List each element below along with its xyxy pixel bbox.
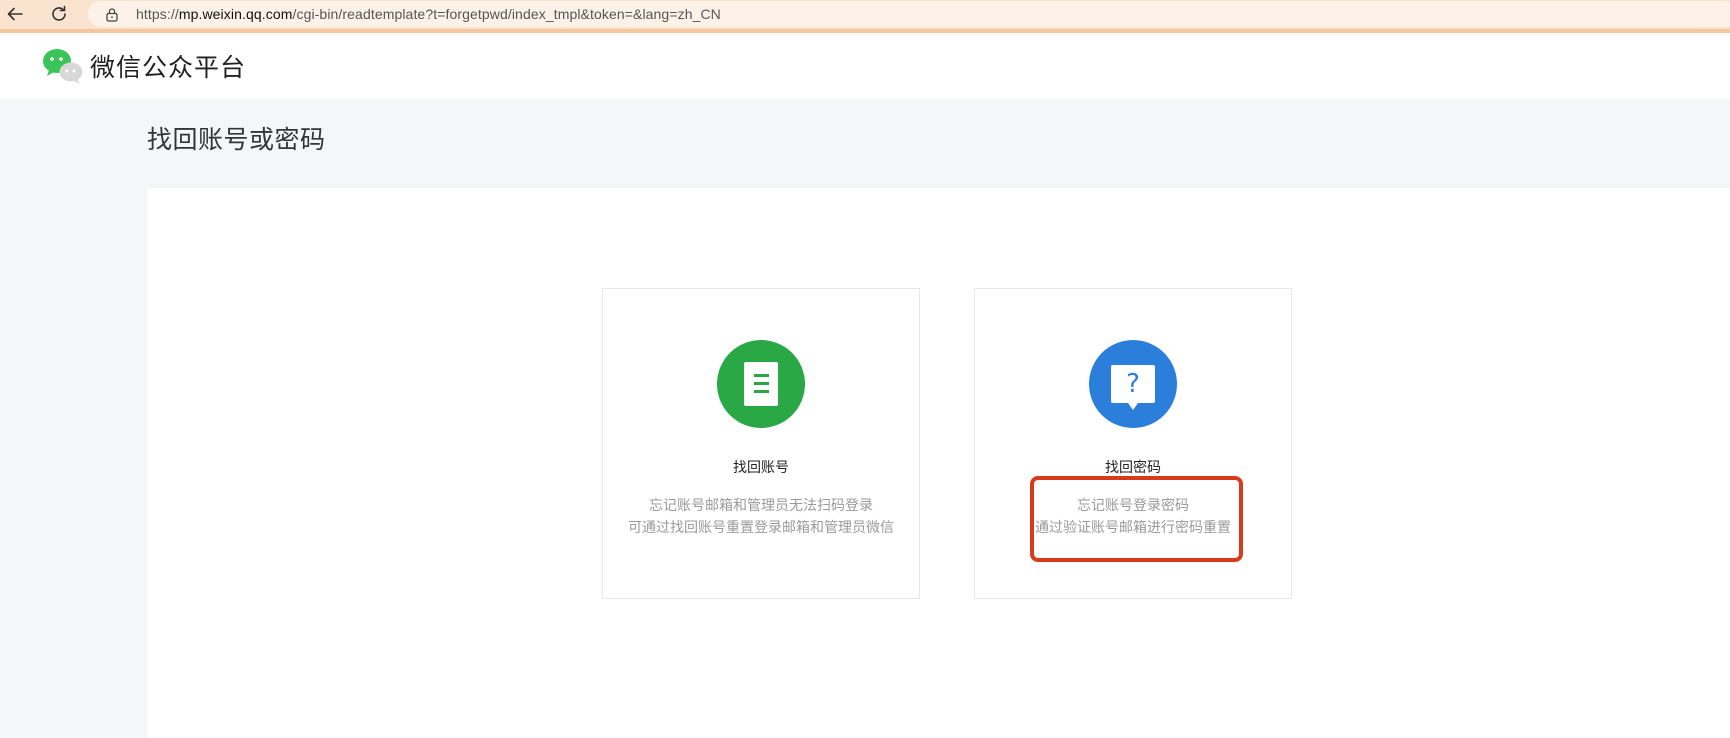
url-path: /cgi-bin/readtemplate?t=forgetpwd/index_… bbox=[292, 6, 721, 22]
card-description: 忘记账号登录密码 通过验证账号邮箱进行密码重置 bbox=[975, 495, 1291, 539]
card-desc-line: 忘记账号登录密码 bbox=[1077, 498, 1189, 514]
page-title: 找回账号或密码 bbox=[147, 125, 326, 154]
browser-toolbar: https://mp.weixin.qq.com/cgi-bin/readtem… bbox=[0, 0, 1730, 33]
card-title: 找回密码 bbox=[1105, 460, 1161, 476]
url-text[interactable]: https://mp.weixin.qq.com/cgi-bin/readtem… bbox=[136, 6, 721, 22]
url-prefix: https:// bbox=[136, 6, 179, 22]
brand-name[interactable]: 微信公众平台 bbox=[90, 48, 246, 84]
recover-password-card[interactable]: ? 找回密码 忘记账号登录密码 通过验证账号邮箱进行密码重置 bbox=[974, 288, 1292, 599]
card-desc-line: 通过验证账号邮箱进行密码重置 bbox=[1035, 520, 1231, 536]
reload-button[interactable] bbox=[46, 2, 72, 26]
url-host: mp.weixin.qq.com bbox=[178, 6, 293, 22]
card-desc-line: 忘记账号邮箱和管理员无法扫码登录 bbox=[649, 498, 873, 514]
site-header: 微信公众平台 bbox=[0, 33, 1730, 99]
reload-icon bbox=[52, 5, 66, 21]
back-button[interactable] bbox=[2, 2, 28, 26]
address-bar[interactable]: https://mp.weixin.qq.com/cgi-bin/readtem… bbox=[88, 1, 1730, 27]
back-arrow-icon bbox=[7, 7, 23, 21]
card-desc-line: 可通过找回账号重置登录邮箱和管理员微信 bbox=[628, 520, 894, 536]
recover-account-card[interactable]: 找回账号 忘记账号邮箱和管理员无法扫码登录 可通过找回账号重置登录邮箱和管理员微… bbox=[602, 288, 920, 599]
document-icon bbox=[717, 340, 805, 428]
content-panel bbox=[147, 188, 1730, 738]
card-title: 找回账号 bbox=[733, 460, 789, 476]
card-description: 忘记账号邮箱和管理员无法扫码登录 可通过找回账号重置登录邮箱和管理员微信 bbox=[603, 495, 919, 539]
lock-icon[interactable] bbox=[104, 6, 120, 22]
question-icon: ? bbox=[1089, 340, 1177, 428]
wechat-logo-icon[interactable] bbox=[42, 47, 86, 87]
